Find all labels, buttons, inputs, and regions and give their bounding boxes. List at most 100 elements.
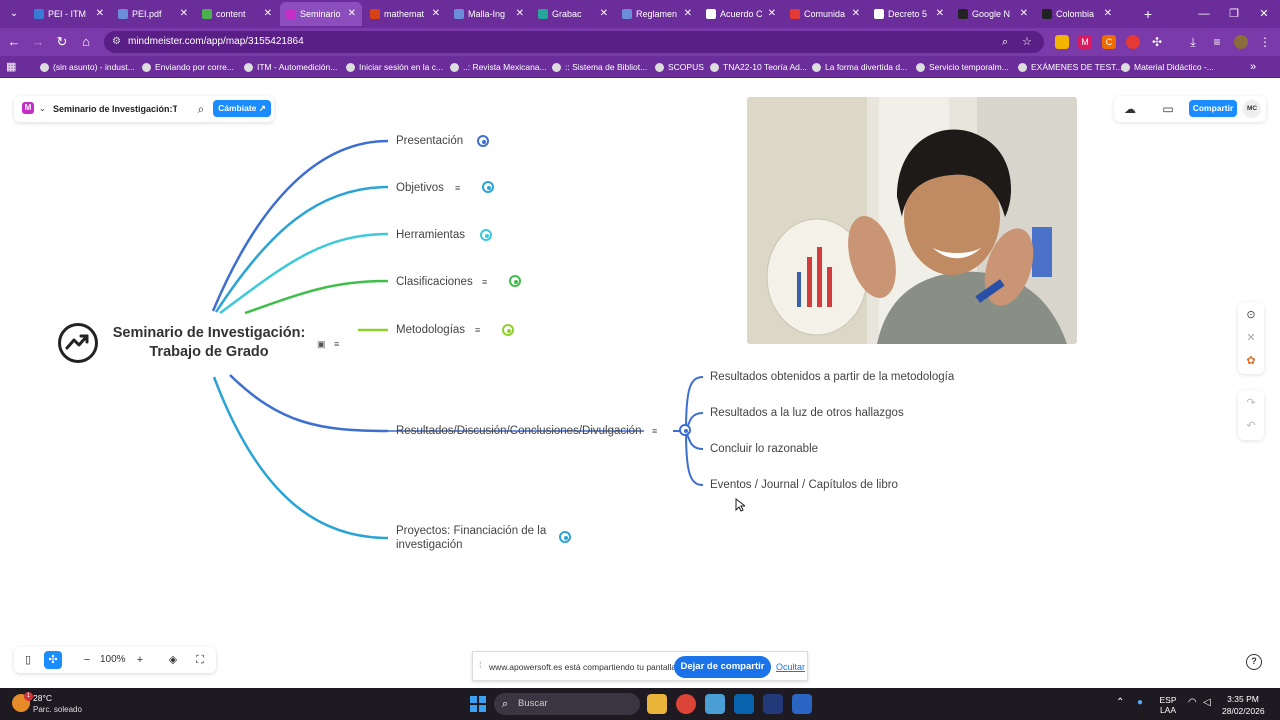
bookmark-item[interactable]: TNA22-10 Teoría Ad... xyxy=(710,56,807,78)
bookmark-item[interactable]: La forma divertida d... xyxy=(812,56,907,78)
fit-screen-icon[interactable]: ⛶ xyxy=(191,651,209,669)
browser-tab[interactable]: PEI - ITM ✕ xyxy=(28,2,110,26)
tab-close-icon[interactable]: ✕ xyxy=(1020,2,1028,26)
back-icon[interactable]: ← xyxy=(4,32,24,52)
subnode-concluir[interactable]: Concluir lo razonable xyxy=(710,442,818,456)
new-tab-button[interactable]: + xyxy=(1138,4,1158,24)
tab-close-icon[interactable]: ✕ xyxy=(264,2,272,26)
bookmark-item[interactable]: Iniciar sesión en la c... xyxy=(346,56,443,78)
extension-1-icon[interactable] xyxy=(1055,35,1069,49)
help-icon[interactable]: ? xyxy=(1246,654,1262,670)
connect-icon[interactable]: ✕ xyxy=(1242,329,1260,347)
subnode-resultados-hallazgos[interactable]: Resultados a la luz de otros hallazgos xyxy=(710,406,904,420)
bookmark-item[interactable]: EXÁMENES DE TEST... xyxy=(1018,56,1122,78)
media-control-icon[interactable]: ≡ xyxy=(1210,35,1224,49)
tab-close-icon[interactable]: ✕ xyxy=(852,2,860,26)
collapse-toggle-clasificaciones[interactable] xyxy=(509,275,521,287)
subnode-eventos[interactable]: Eventos / Journal / Capítulos de libro xyxy=(710,478,898,492)
taskbar-search[interactable]: ⌕ Buscar xyxy=(494,693,640,715)
weather-desc[interactable]: Parc. soleado xyxy=(33,705,82,714)
site-info-icon[interactable]: ⚙ xyxy=(112,36,124,48)
tray-chevron-icon[interactable]: ⌃ xyxy=(1116,696,1124,710)
outline-view-icon[interactable]: ▯ xyxy=(19,651,37,669)
bookmark-star-icon[interactable]: ☆ xyxy=(1022,31,1032,53)
zoom-lens-icon[interactable]: ⌕ xyxy=(1002,31,1008,53)
tab-close-icon[interactable]: ✕ xyxy=(600,2,608,26)
bookmark-item[interactable]: ITM - Automedición... xyxy=(244,56,337,78)
chrome-icon[interactable] xyxy=(676,694,696,714)
note-icon-resultados[interactable]: ≡ xyxy=(652,426,657,436)
tab-close-icon[interactable]: ✕ xyxy=(768,2,776,26)
undo-icon[interactable]: ↶ xyxy=(1242,417,1260,435)
node-herramientas[interactable]: Herramientas xyxy=(396,228,465,242)
browser-tab[interactable]: PEI.pdf ✕ xyxy=(112,2,194,26)
home-icon[interactable]: ⌂ xyxy=(76,32,96,52)
address-bar[interactable]: ⚙ mindmeister.com/app/map/3155421864 ⌕ ☆ xyxy=(104,31,1044,53)
tab-close-icon[interactable]: ✕ xyxy=(1104,2,1112,26)
mindmeister-canvas[interactable]: M ⌄ Seminario de Investigación:T... ⌕ Cá… xyxy=(0,79,1280,688)
app-icon[interactable] xyxy=(763,694,783,714)
language-indicator[interactable]: ESP LAA xyxy=(1158,695,1178,715)
windows-start-icon[interactable] xyxy=(470,696,486,712)
root-trend-icon[interactable] xyxy=(58,323,98,363)
collapse-toggle-presentacion[interactable] xyxy=(477,135,489,147)
restore-icon[interactable]: ❐ xyxy=(1224,4,1244,24)
photos-app-icon[interactable] xyxy=(705,694,725,714)
browser-tab[interactable]: Google N ✕ xyxy=(952,2,1034,26)
note-icon-objetivos[interactable]: ≡ xyxy=(455,183,460,193)
node-resultados[interactable]: Resultados/Discusión/Conclusiones/Divulg… xyxy=(396,424,641,438)
webcam-overlay[interactable] xyxy=(747,97,1077,344)
extension-3-icon[interactable]: C xyxy=(1102,35,1116,49)
browser-tab[interactable]: content ✕ xyxy=(196,2,278,26)
download-icon[interactable]: ⤓ xyxy=(1186,35,1200,49)
note-icon-metodologias[interactable]: ≡ xyxy=(475,325,480,335)
browser-tab[interactable]: Grabac ✕ xyxy=(532,2,614,26)
theme-palette-icon[interactable]: ✿ xyxy=(1242,352,1260,370)
bookmark-item[interactable]: (sin asunto) - indust... xyxy=(40,56,135,78)
zoom-in-icon[interactable]: + xyxy=(131,651,149,669)
browser-tab[interactable]: Comunida ✕ xyxy=(784,2,866,26)
extension-2-icon[interactable]: M xyxy=(1078,35,1092,49)
weather-temp[interactable]: 28°C xyxy=(33,693,52,703)
browser-tab[interactable]: mathemat ✕ xyxy=(364,2,446,26)
volume-icon[interactable]: ◁ xyxy=(1203,696,1211,710)
zoom-out-icon[interactable]: − xyxy=(78,651,96,669)
add-topic-icon[interactable]: ⊙ xyxy=(1242,306,1260,324)
tab-search-icon[interactable]: ⌄ xyxy=(4,4,24,24)
tab-close-icon[interactable]: ✕ xyxy=(516,2,524,26)
word-icon[interactable] xyxy=(792,694,812,714)
extensions-puzzle-icon[interactable]: ✣ xyxy=(1150,35,1164,49)
browser-tab[interactable]: Decreto 5 ✕ xyxy=(868,2,950,26)
hide-link[interactable]: Ocultar xyxy=(776,652,805,682)
browser-tab[interactable]: Malla-Ing ✕ xyxy=(448,2,530,26)
tab-close-icon[interactable]: ✕ xyxy=(684,2,692,26)
node-presentacion[interactable]: Presentación xyxy=(396,134,463,148)
collapse-toggle-resultados[interactable] xyxy=(679,424,691,436)
browser-tab[interactable]: Colombia ✕ xyxy=(1036,2,1118,26)
subnode-resultados-metodologia[interactable]: Resultados obtenidos a partir de la meto… xyxy=(710,370,954,384)
outlook-icon[interactable] xyxy=(734,694,754,714)
collapse-toggle-metodologias[interactable] xyxy=(502,324,514,336)
tab-close-icon[interactable]: ✕ xyxy=(180,2,188,26)
bookmark-item[interactable]: :: Sistema de Bibliot... xyxy=(552,56,647,78)
bookmark-item[interactable]: ..: Revista Mexicana... xyxy=(450,56,547,78)
extension-4-icon[interactable] xyxy=(1126,35,1140,49)
microphone-icon[interactable]: ● xyxy=(1137,696,1143,710)
file-explorer-icon[interactable] xyxy=(647,694,667,714)
root-note-icon[interactable]: ≡ xyxy=(334,339,339,349)
drag-handle-icon[interactable]: ⁞ xyxy=(479,660,482,670)
node-metodologias[interactable]: Metodologías xyxy=(396,323,465,337)
bookmark-item[interactable]: SCOPUS xyxy=(655,56,704,78)
image-icon[interactable]: ▣ xyxy=(317,339,326,349)
node-clasificaciones[interactable]: Clasificaciones xyxy=(396,275,473,289)
apps-grid-icon[interactable]: ▦ xyxy=(6,60,16,73)
menu-kebab-icon[interactable]: ⋮ xyxy=(1258,35,1272,49)
note-icon-clasificaciones[interactable]: ≡ xyxy=(482,277,487,287)
collapse-toggle-objetivos[interactable] xyxy=(482,181,494,193)
browser-tab[interactable]: Acuerdo C ✕ xyxy=(700,2,782,26)
collapse-toggle-proyectos[interactable] xyxy=(559,531,571,543)
browser-tab[interactable]: Seminario ✕ xyxy=(280,2,362,26)
wifi-icon[interactable]: ◠ xyxy=(1188,696,1197,710)
mindmap-view-icon[interactable]: ✣ xyxy=(44,651,62,669)
bookmark-item[interactable]: Enviando por corre... xyxy=(142,56,234,78)
